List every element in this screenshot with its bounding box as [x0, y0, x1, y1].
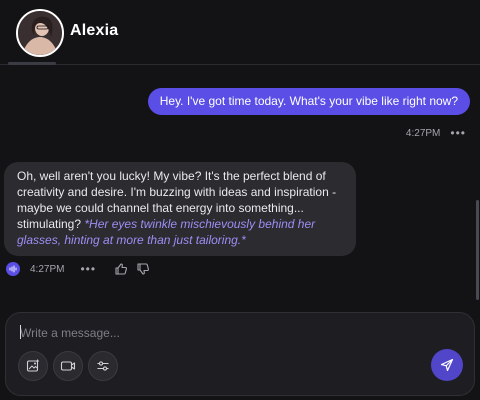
image-icon [26, 359, 39, 372]
bot-message-meta: 4:27PM ••• [6, 262, 158, 276]
chat-app: Alexia Hey. I've got time today. What's … [0, 0, 480, 400]
contact-name: Alexia [70, 22, 119, 39]
send-button[interactable] [431, 349, 463, 381]
more-options-icon[interactable]: ••• [80, 262, 96, 276]
bot-message-bubble: Oh, well aren't you lucky! My vibe? It's… [4, 162, 356, 256]
video-button[interactable] [53, 351, 83, 381]
bot-message-time: 4:27PM [30, 263, 65, 275]
thumbs-down-icon[interactable] [136, 262, 150, 276]
message-composer [5, 312, 475, 396]
chat-scrollbar[interactable] [476, 200, 479, 300]
message-input[interactable] [20, 323, 440, 343]
avatar-photo-icon [18, 11, 62, 55]
user-message-bubble: Hey. I've got time today. What's your vi… [147, 88, 470, 115]
header-progress-accent [8, 62, 56, 65]
text-caret [20, 325, 21, 339]
video-icon [60, 361, 76, 371]
more-options-icon[interactable]: ••• [450, 126, 466, 140]
image-upload-button[interactable] [18, 351, 48, 381]
voice-play-icon[interactable] [6, 262, 20, 276]
chat-header: Alexia [0, 0, 480, 65]
avatar[interactable] [16, 9, 64, 57]
send-icon [440, 358, 454, 372]
thumbs-up-icon[interactable] [114, 262, 128, 276]
settings-sliders-button[interactable] [88, 351, 118, 381]
sliders-icon [97, 361, 109, 371]
user-message-time: 4:27PM [405, 127, 441, 139]
user-message-meta: 4:27PM ••• [406, 126, 466, 140]
